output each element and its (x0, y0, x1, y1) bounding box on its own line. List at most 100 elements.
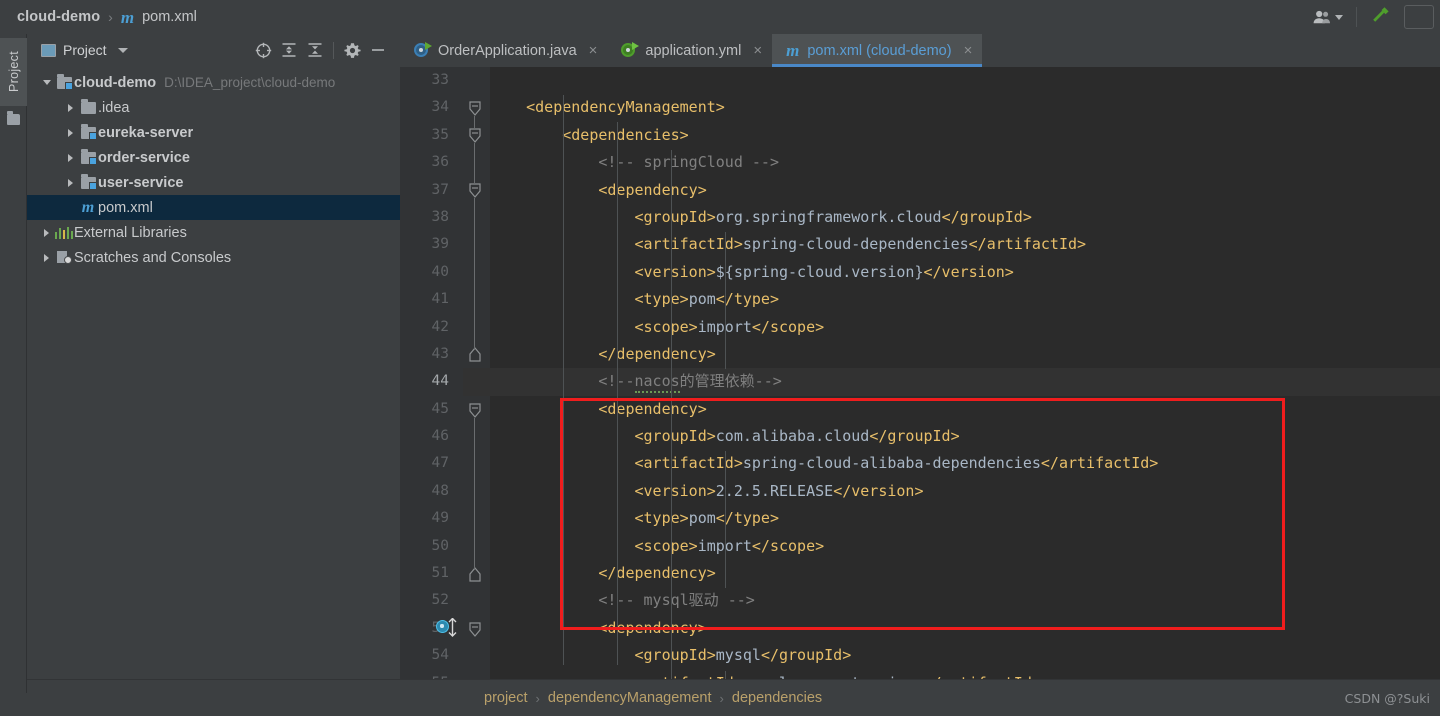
close-icon[interactable]: × (964, 43, 973, 58)
close-icon[interactable]: × (753, 43, 762, 58)
code-token: 的管理依赖--> (679, 372, 782, 391)
fold-marker-collapse[interactable] (469, 128, 481, 143)
chevron-right-icon[interactable] (63, 154, 78, 162)
code-line[interactable]: 39 <artifactId>spring-cloud-dependencies… (400, 231, 1440, 258)
line-number: 47 (431, 455, 449, 472)
code-line[interactable]: 46 <groupId>com.alibaba.cloud</groupId> (400, 423, 1440, 450)
code-line[interactable]: 37 <dependency> (400, 177, 1440, 204)
top-right-box-button[interactable] (1404, 5, 1434, 29)
breadcrumb-file[interactable]: pom.xml (142, 9, 197, 25)
chevron-down-icon[interactable] (117, 47, 128, 53)
spring-boot-green-icon (621, 42, 640, 59)
code-line[interactable]: 40 <version>${spring-cloud.version}</ver… (400, 259, 1440, 286)
line-number: 50 (431, 537, 449, 554)
hide-window-icon[interactable] (365, 37, 391, 63)
code-line[interactable]: 43 </dependency> (400, 341, 1440, 368)
close-icon[interactable]: × (589, 43, 598, 58)
code-line[interactable]: 45 <dependency> (400, 396, 1440, 423)
tree-node-order-service[interactable]: order-service (27, 145, 400, 170)
code-text[interactable]: <dependency> (490, 177, 706, 204)
code-line[interactable]: 38 <groupId>org.springframework.cloud</g… (400, 204, 1440, 231)
code-line[interactable]: 33 (400, 67, 1440, 94)
code-content[interactable]: 33 34 <dependencyManagement> 35 <dependenc… (400, 67, 1440, 693)
code-text[interactable]: <type>pom</type> (490, 286, 780, 313)
project-tree[interactable]: cloud-demo D:\IDEA_project\cloud-demo .i… (27, 66, 400, 693)
code-text[interactable]: <artifactId>spring-cloud-alibaba-depende… (490, 450, 1159, 477)
code-line[interactable]: 53 <dependency> (400, 615, 1440, 642)
code-line[interactable]: 41 <type>pom</type> (400, 286, 1440, 313)
breadcrumb-dependencymanagement-node[interactable]: dependencyManagement (548, 690, 712, 706)
tab-OrderApplication-java[interactable]: OrderApplication.java × (400, 34, 607, 67)
settings-gear-icon[interactable] (339, 37, 365, 63)
code-text[interactable]: </dependency> (490, 341, 715, 368)
fold-marker-collapse[interactable] (469, 101, 481, 116)
expand-all-icon[interactable] (276, 37, 302, 63)
tree-node-user-service[interactable]: user-service (27, 170, 400, 195)
code-text[interactable]: <dependency> (490, 615, 706, 642)
chevron-right-icon[interactable] (39, 229, 54, 237)
chevron-right-icon[interactable] (63, 129, 78, 137)
tree-node-scratches-and-consoles[interactable]: Scratches and Consoles (27, 245, 400, 270)
tree-node-eureka-server[interactable]: eureka-server (27, 120, 400, 145)
code-text[interactable]: <groupId>org.springframework.cloud</grou… (490, 204, 1032, 231)
breadcrumb-project[interactable]: cloud-demo (17, 9, 100, 25)
chevron-down-icon[interactable] (39, 80, 54, 85)
tree-node-idea[interactable]: .idea (27, 95, 400, 120)
share-project-button[interactable] (1307, 10, 1349, 24)
code-token: com.alibaba.cloud (715, 427, 870, 446)
code-token: <type> (634, 290, 689, 309)
code-text[interactable]: <artifactId>spring-cloud-dependencies</a… (490, 231, 1087, 258)
code-token: </version> (833, 481, 924, 500)
code-text[interactable]: <dependencyManagement> (490, 94, 725, 121)
code-token: nacos (634, 372, 680, 394)
tree-node-external-libraries[interactable]: External Libraries (27, 220, 400, 245)
code-text[interactable]: <type>pom</type> (490, 505, 780, 532)
code-line[interactable]: 52 <!-- mysql驱动 --> (400, 587, 1440, 614)
code-line[interactable]: 50 <scope>import</scope> (400, 533, 1440, 560)
code-line[interactable]: 42 <scope>import</scope> (400, 314, 1440, 341)
code-text[interactable]: </dependency> (490, 560, 715, 587)
code-text[interactable]: <!--nacos的管理依赖--> (490, 368, 782, 395)
code-line[interactable]: 36 <!-- springCloud --> (400, 149, 1440, 176)
code-editor[interactable]: 33 34 <dependencyManagement> 35 <dependenc… (400, 67, 1440, 693)
code-text[interactable]: <!-- mysql驱动 --> (490, 587, 754, 614)
code-text[interactable]: <scope>import</scope> (490, 314, 825, 341)
chevron-right-icon[interactable] (63, 179, 78, 187)
code-token: <artifactId> (634, 454, 743, 473)
chevron-right-icon[interactable] (39, 254, 54, 262)
code-line[interactable]: 48 <version>2.2.5.RELEASE</version> (400, 478, 1440, 505)
tab-application-yml[interactable]: application.yml × (607, 34, 772, 67)
code-text[interactable]: <version>${spring-cloud.version}</versio… (490, 259, 1014, 286)
fold-marker-collapse[interactable] (469, 403, 481, 418)
top-toolbar-right (1307, 0, 1440, 34)
code-line[interactable]: 51 </dependency> (400, 560, 1440, 587)
toolwindow-tab-project[interactable]: Project (0, 38, 27, 106)
code-text[interactable]: <scope>import</scope> (490, 533, 825, 560)
fold-marker-collapse[interactable] (469, 622, 481, 637)
code-text[interactable]: <dependency> (490, 396, 706, 423)
chevron-right-icon[interactable] (63, 104, 78, 112)
tree-node-label: Scratches and Consoles (74, 249, 232, 266)
code-token: pom (688, 509, 716, 528)
tree-node-pom-xml[interactable]: m pom.xml (27, 195, 400, 220)
fold-marker-collapse[interactable] (469, 183, 481, 198)
code-line[interactable]: 44 <!--nacos的管理依赖--> (400, 368, 1440, 396)
code-line[interactable]: 54 <groupId>mysql</groupId> (400, 642, 1440, 669)
build-project-button[interactable] (1364, 4, 1398, 31)
code-token: ${spring-cloud.version} (715, 262, 924, 281)
breadcrumb-dependencies-node[interactable]: dependencies (732, 690, 822, 706)
code-line[interactable]: 34 <dependencyManagement> (400, 94, 1440, 121)
code-text[interactable]: <version>2.2.5.RELEASE</version> (490, 478, 924, 505)
code-text[interactable]: <!-- springCloud --> (490, 149, 779, 176)
code-text[interactable]: <dependencies> (490, 122, 688, 149)
folder-icon[interactable] (7, 111, 20, 125)
code-line[interactable]: 35 <dependencies> (400, 122, 1440, 149)
tree-node-cloud-demo[interactable]: cloud-demo D:\IDEA_project\cloud-demo (27, 70, 400, 95)
code-line[interactable]: 47 <artifactId>spring-cloud-alibaba-depe… (400, 450, 1440, 477)
locate-icon[interactable] (250, 37, 276, 63)
code-text[interactable]: <groupId>com.alibaba.cloud</groupId> (490, 423, 960, 450)
collapse-all-icon[interactable] (302, 37, 328, 63)
breadcrumb-project-node[interactable]: project (484, 690, 528, 706)
code-line[interactable]: 49 <type>pom</type> (400, 505, 1440, 532)
tab-pom-xml[interactable]: m pom.xml (cloud-demo) × (772, 34, 983, 67)
